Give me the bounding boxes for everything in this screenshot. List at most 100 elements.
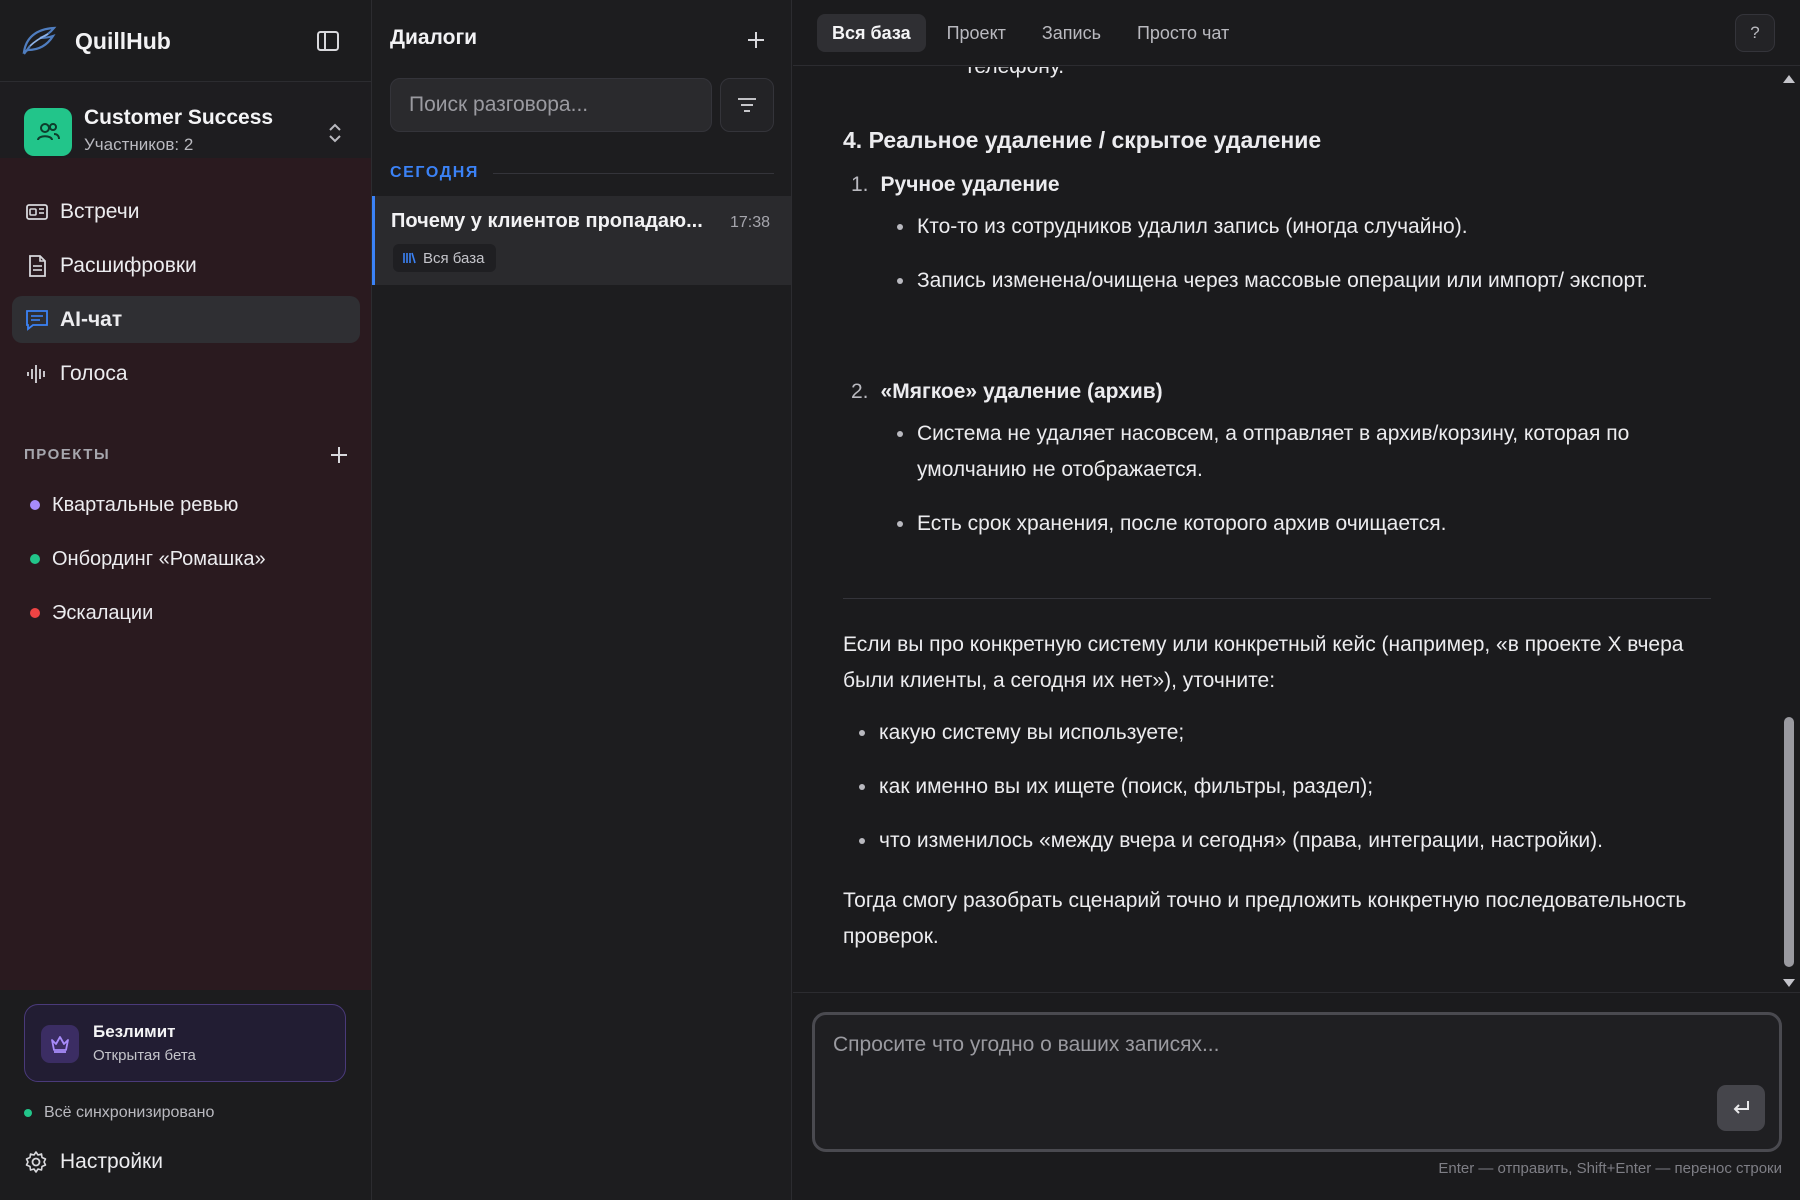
- section-label: СЕГОДНЯ: [390, 164, 479, 181]
- list-number: 1.: [851, 173, 869, 196]
- sidebar-header: QuillHub: [0, 0, 371, 82]
- section-today: СЕГОДНЯ: [390, 162, 774, 184]
- list-item: 2. «Мягкое» удаление (архив): [851, 374, 1163, 410]
- message-paragraph: Если вы про конкретную систему или конкр…: [843, 633, 1684, 692]
- tab-just-chat[interactable]: Просто чат: [1122, 14, 1244, 52]
- settings-label: Настройки: [60, 1150, 163, 1173]
- projects-title: ПРОЕКТЫ: [24, 446, 111, 463]
- project-color-dot: [30, 554, 40, 564]
- tab-recording[interactable]: Запись: [1027, 14, 1116, 52]
- message-text: телефону.: [965, 67, 1064, 85]
- message-paragraph: Тогда смогу разобрать сценарий точно и п…: [843, 889, 1687, 948]
- main-nav: Встречи Расшифровки AI-чат Голоса: [12, 188, 360, 404]
- workspace-members: Участников: 2: [84, 135, 194, 154]
- send-button[interactable]: [1717, 1085, 1765, 1131]
- chat-icon: [24, 307, 50, 333]
- nav-label: Расшифровки: [60, 253, 197, 277]
- nav-item-ai-chat[interactable]: AI-чат: [12, 296, 360, 343]
- bullet-item: Есть срок хранения, после которого архив…: [895, 506, 1713, 542]
- settings-button[interactable]: Настройки: [24, 1142, 163, 1182]
- sync-dot: [24, 1109, 32, 1117]
- bullet-item: что изменилось «между вчера и сегодня» (…: [857, 823, 1713, 859]
- plan-card[interactable]: Безлимит Открытая бета: [24, 1004, 346, 1082]
- users-icon: [37, 123, 60, 141]
- project-item-quarterly-reviews[interactable]: Квартальные ревью: [24, 478, 348, 532]
- dialog-title: Почему у клиентов пропадаю...: [391, 210, 703, 232]
- nav-item-transcripts[interactable]: Расшифровки: [12, 242, 360, 289]
- dialog-time: 17:38: [730, 214, 771, 231]
- project-label: Онбординг «Ромашка»: [52, 547, 266, 570]
- bullet-list: Система не удаляет насовсем, а отправляе…: [895, 416, 1713, 560]
- list-item-title: Ручное удаление: [880, 173, 1060, 196]
- chat-scrollbar[interactable]: [1778, 67, 1800, 992]
- app-title: QuillHub: [75, 28, 171, 54]
- bullet-item: Кто-то из сотрудников удалил запись (ино…: [895, 209, 1713, 245]
- quill-logo-icon: [20, 24, 60, 58]
- transcripts-icon: [24, 253, 50, 279]
- scroll-down-icon[interactable]: [1783, 979, 1795, 987]
- chat-messages: телефону. 4. Реальное удаление / скрытое…: [793, 67, 1800, 993]
- bullet-item: Запись изменена/очищена через массовые о…: [895, 263, 1713, 299]
- project-color-dot: [30, 500, 40, 510]
- sidebar-toggle-icon[interactable]: [314, 27, 342, 55]
- add-project-icon[interactable]: [328, 444, 350, 466]
- tab-all-base[interactable]: Вся база: [817, 14, 926, 52]
- bullet-item: Система не удаляет насовсем, а отправляе…: [895, 416, 1713, 488]
- workspace-switcher[interactable]: Customer Success Участников: 2: [0, 82, 371, 158]
- nav-label: AI-чат: [60, 307, 123, 331]
- dialog-item[interactable]: Почему у клиентов пропадаю... 17:38 Вся …: [372, 196, 791, 285]
- sidebar-body: Customer Success Участников: 2 Встречи Р…: [0, 82, 371, 990]
- project-item-escalations[interactable]: Эскалации: [24, 586, 348, 640]
- scroll-up-icon[interactable]: [1783, 75, 1795, 83]
- crown-icon: [41, 1025, 79, 1063]
- list-item-title: «Мягкое» удаление (архив): [880, 380, 1163, 403]
- bullet-list: Кто-то из сотрудников удалил запись (ино…: [895, 209, 1713, 317]
- sync-label: Всё синхронизировано: [44, 1104, 215, 1121]
- chevron-up-down-icon[interactable]: [322, 120, 348, 146]
- scrollbar-thumb[interactable]: [1784, 717, 1794, 967]
- scope-tabs: Вся база Проект Запись Просто чат: [817, 14, 1250, 52]
- voices-icon: [24, 361, 50, 387]
- plan-title: Безлимит: [93, 1022, 176, 1041]
- bullet-list: какую систему вы используете; как именно…: [857, 715, 1713, 877]
- message-heading: 4. Реальное удаление / скрытое удаление: [843, 127, 1322, 153]
- dialog-tag-label: Вся база: [423, 249, 485, 267]
- dialogs-panel: Диалоги СЕГОДНЯ Почему у клиентов пропад…: [372, 0, 792, 1200]
- project-item-onboarding[interactable]: Онбординг «Ромашка»: [24, 532, 348, 586]
- nav-label: Голоса: [60, 361, 128, 385]
- projects-list: Квартальные ревью Онбординг «Ромашка» Эс…: [24, 478, 348, 640]
- nav-item-voices[interactable]: Голоса: [12, 350, 360, 397]
- nav-item-meetings[interactable]: Встречи: [12, 188, 360, 235]
- message-input[interactable]: [833, 1033, 1693, 1123]
- dialog-scope-tag: Вся база: [393, 244, 497, 272]
- nav-label: Встречи: [60, 199, 140, 223]
- scope-tabs-bar: Вся база Проект Запись Просто чат ?: [793, 0, 1800, 66]
- list-number: 2.: [851, 380, 869, 403]
- sidebar: QuillHub Customer Success Участников: 2: [0, 0, 372, 1200]
- workspace-avatar: [24, 108, 72, 156]
- list-item: 1. Ручное удаление: [851, 167, 1060, 203]
- sync-status: Всё синхронизировано: [24, 1104, 214, 1122]
- meetings-icon: [24, 199, 50, 225]
- section-divider: [492, 172, 774, 174]
- chat-main: Вся база Проект Запись Просто чат ? теле…: [793, 0, 1800, 1200]
- message-composer: [812, 1012, 1782, 1152]
- tab-project[interactable]: Проект: [932, 14, 1021, 52]
- library-icon: [401, 250, 417, 266]
- projects-header: ПРОЕКТЫ: [24, 440, 348, 470]
- project-label: Эскалации: [52, 601, 154, 624]
- sidebar-footer: Безлимит Открытая бета Всё синхронизиров…: [0, 990, 371, 1200]
- help-button[interactable]: ?: [1735, 14, 1775, 52]
- bullet-item: как именно вы их ищете (поиск, фильтры, …: [857, 769, 1713, 805]
- search-input[interactable]: [390, 78, 712, 132]
- gear-icon: [24, 1150, 48, 1174]
- divider: [843, 598, 1711, 599]
- plan-subtitle: Открытая бета: [93, 1047, 196, 1064]
- enter-icon: [1733, 1101, 1749, 1114]
- new-dialog-icon[interactable]: [744, 28, 768, 52]
- filter-button[interactable]: [720, 78, 774, 132]
- composer-hint: Enter — отправить, Shift+Enter — перенос…: [1438, 1160, 1782, 1177]
- project-color-dot: [30, 608, 40, 618]
- dialogs-title: Диалоги: [390, 26, 478, 49]
- project-label: Квартальные ревью: [52, 493, 239, 516]
